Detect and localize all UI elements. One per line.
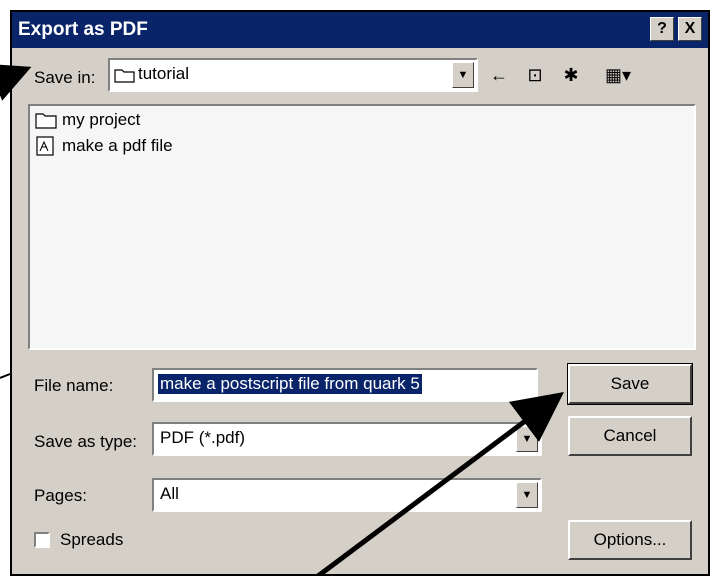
save-button[interactable]: Save xyxy=(567,363,693,405)
title-bar: Export as PDF ? X xyxy=(12,12,708,48)
close-button[interactable]: X xyxy=(678,17,702,41)
save-in-value: tutorial xyxy=(138,64,190,83)
folder-icon xyxy=(114,69,135,83)
save-type-label: Save as type: xyxy=(34,432,138,451)
save-in-combo[interactable]: tutorial ▼ xyxy=(108,58,478,92)
save-type-value: PDF (*.pdf) xyxy=(160,428,246,447)
folder-icon xyxy=(35,113,57,129)
save-in-label: Save in: xyxy=(34,68,96,87)
dialog-title: Export as PDF xyxy=(18,19,148,40)
chevron-down-icon[interactable]: ▼ xyxy=(452,62,474,88)
file-name-value: make a postscript file from quark 5 xyxy=(158,374,422,394)
back-arrow-icon[interactable]: ← xyxy=(486,62,512,88)
file-name-input[interactable]: make a postscript file from quark 5 xyxy=(152,368,538,402)
spreads-label: Spreads xyxy=(60,530,124,549)
pages-label: Pages: xyxy=(34,486,87,505)
file-name: make a pdf file xyxy=(62,136,173,155)
spreads-checkbox[interactable] xyxy=(34,532,50,548)
cancel-button[interactable]: Cancel xyxy=(568,416,692,456)
help-button[interactable]: ? xyxy=(650,17,674,41)
up-folder-icon[interactable]: ⊡ xyxy=(522,62,548,88)
arrow-to-file-name xyxy=(0,373,11,379)
pdf-file-icon xyxy=(36,136,54,156)
chevron-down-icon[interactable]: ▼ xyxy=(516,482,538,508)
list-item[interactable]: make a pdf file xyxy=(34,136,173,156)
options-button[interactable]: Options... xyxy=(568,520,692,560)
save-type-select[interactable]: PDF (*.pdf) ▼ xyxy=(152,422,542,456)
pages-value: All xyxy=(160,484,179,503)
file-name-label: File name: xyxy=(34,376,114,395)
pages-select[interactable]: All ▼ xyxy=(152,478,542,512)
file-list[interactable]: my project make a pdf file xyxy=(28,104,696,350)
chevron-down-icon[interactable]: ▼ xyxy=(516,426,538,452)
new-folder-icon[interactable]: ✱ xyxy=(558,62,584,88)
list-item[interactable]: my project xyxy=(34,110,140,130)
view-menu-icon[interactable]: ▦▾ xyxy=(598,62,638,88)
export-pdf-dialog: Export as PDF ? X Save in: tutorial ▼ ← … xyxy=(10,10,710,576)
file-name: my project xyxy=(62,110,141,129)
